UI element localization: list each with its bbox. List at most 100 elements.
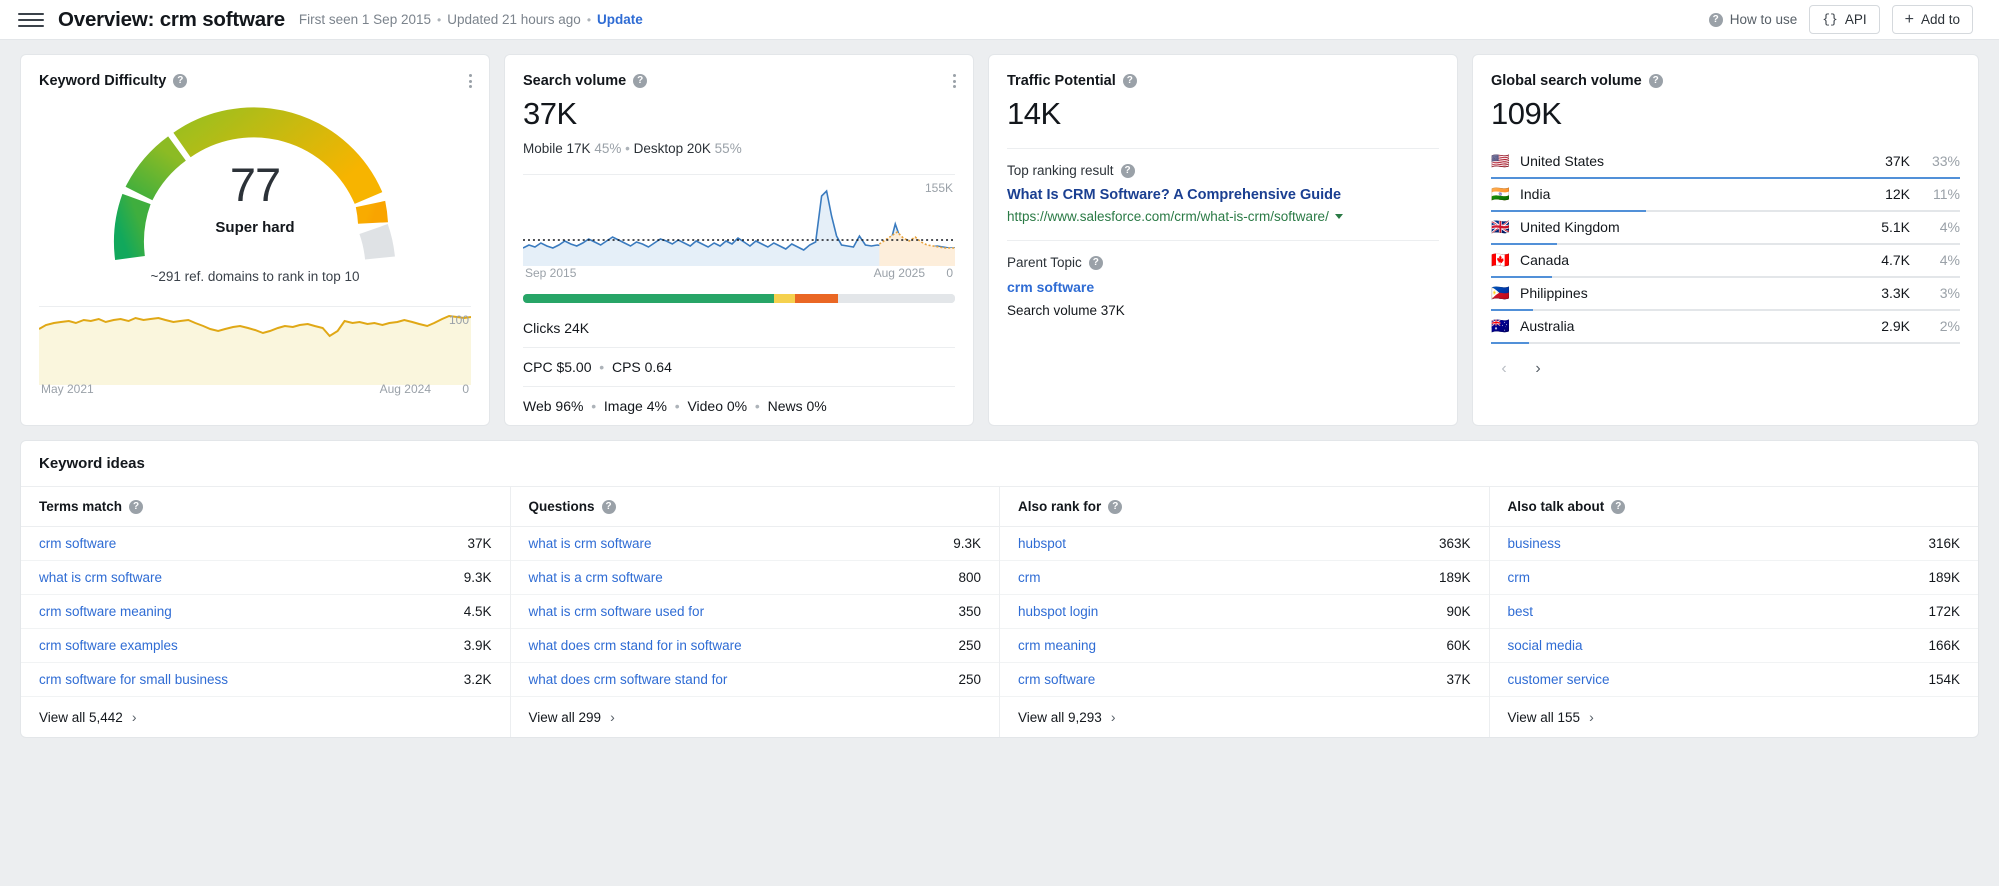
cpc-value: CPC $5.00 (523, 359, 591, 375)
help-icon[interactable]: ? (1108, 500, 1122, 514)
keyword-ideas-column: Questions?what is crm software9.3Kwhat i… (511, 487, 1001, 737)
keyword-link[interactable]: crm software (39, 536, 467, 551)
keyword-ideas-column-header: Questions? (511, 487, 1000, 527)
chevron-down-icon[interactable] (1335, 214, 1343, 219)
kd-chart-x-end: Aug 2024 (380, 382, 431, 396)
keyword-row[interactable]: social media166K (1490, 629, 1979, 663)
help-icon[interactable]: ? (1649, 74, 1663, 88)
country-flag-icon: 🇬🇧 (1491, 218, 1511, 236)
keyword-link[interactable]: what does crm stand for in software (529, 638, 959, 653)
api-button[interactable]: {} API (1809, 5, 1879, 34)
keyword-link[interactable]: hubspot login (1018, 604, 1446, 619)
country-row-top: 🇬🇧United Kingdom5.1K4% (1491, 218, 1960, 236)
keyword-row[interactable]: crm189K (1000, 561, 1489, 595)
keyword-link[interactable]: customer service (1508, 672, 1929, 687)
help-icon[interactable]: ? (633, 74, 647, 88)
keyword-row[interactable]: crm software for small business3.2K (21, 663, 510, 697)
help-icon[interactable]: ? (1089, 256, 1103, 270)
keyword-link[interactable]: what is crm software (39, 570, 464, 585)
card-title-label: Keyword Difficulty (39, 73, 166, 89)
keyword-row[interactable]: crm meaning60K (1000, 629, 1489, 663)
add-to-button[interactable]: + Add to (1892, 5, 1973, 34)
view-all-link[interactable]: View all 5,442› (21, 697, 510, 737)
view-all-link[interactable]: View all 9,293› (1000, 697, 1489, 737)
keyword-link[interactable]: crm software for small business (39, 672, 464, 687)
keyword-link[interactable]: crm software meaning (39, 604, 464, 619)
country-next-button[interactable]: › (1525, 356, 1551, 382)
keyword-link[interactable]: crm (1018, 570, 1439, 585)
keyword-link[interactable]: what does crm software stand for (529, 672, 959, 687)
keyword-row[interactable]: customer service154K (1490, 663, 1979, 697)
help-icon[interactable]: ? (1611, 500, 1625, 514)
country-row[interactable]: 🇬🇧United Kingdom5.1K4% (1491, 212, 1960, 245)
keyword-row[interactable]: business316K (1490, 527, 1979, 561)
keyword-row[interactable]: crm software37K (21, 527, 510, 561)
keyword-link[interactable]: crm meaning (1018, 638, 1446, 653)
keyword-ideas-panel: Keyword ideas Terms match?crm software37… (20, 440, 1979, 738)
keyword-volume: 350 (958, 604, 981, 619)
keyword-row[interactable]: crm189K (1490, 561, 1979, 595)
country-percent: 33% (1926, 153, 1960, 169)
country-row[interactable]: 🇮🇳India12K11% (1491, 179, 1960, 212)
update-link[interactable]: Update (597, 12, 643, 27)
keyword-link[interactable]: social media (1508, 638, 1929, 653)
keyword-volume: 37K (467, 536, 491, 551)
keyword-link[interactable]: crm (1508, 570, 1929, 585)
keyword-row[interactable]: hubspot login90K (1000, 595, 1489, 629)
keyword-difficulty-menu-icon[interactable] (466, 71, 475, 91)
keyword-ideas-column: Also rank for?hubspot363Kcrm189Khubspot … (1000, 487, 1490, 737)
keyword-volume: 3.9K (464, 638, 492, 653)
hamburger-icon[interactable] (18, 7, 44, 33)
keyword-row[interactable]: crm software examples3.9K (21, 629, 510, 663)
keyword-link[interactable]: hubspot (1018, 536, 1439, 551)
keyword-ideas-columns: Terms match?crm software37Kwhat is crm s… (21, 487, 1978, 737)
keyword-link[interactable]: what is a crm software (529, 570, 959, 585)
parent-topic-link[interactable]: crm software (1007, 279, 1439, 295)
keyword-link[interactable]: business (1508, 536, 1929, 551)
country-row[interactable]: 🇦🇺Australia2.9K2% (1491, 311, 1960, 344)
keyword-volume: 90K (1446, 604, 1470, 619)
country-prev-button[interactable]: ‹ (1491, 356, 1517, 382)
keyword-row[interactable]: what does crm software stand for250 (511, 663, 1000, 697)
keyword-ideas-column: Also talk about?business316Kcrm189Kbest1… (1490, 487, 1979, 737)
help-icon[interactable]: ? (173, 74, 187, 88)
keyword-row[interactable]: hubspot363K (1000, 527, 1489, 561)
parent-topic-section: Parent Topic ? crm software Search volum… (1007, 240, 1439, 318)
keyword-row[interactable]: what is a crm software800 (511, 561, 1000, 595)
updated-text: Updated 21 hours ago (447, 12, 581, 27)
keyword-row[interactable]: crm software meaning4.5K (21, 595, 510, 629)
keyword-row[interactable]: what is crm software9.3K (511, 527, 1000, 561)
search-volume-menu-icon[interactable] (950, 71, 959, 91)
plus-icon: + (1905, 12, 1914, 28)
global-search-volume-value: 109K (1491, 96, 1960, 132)
keyword-link[interactable]: crm software examples (39, 638, 464, 653)
keyword-row[interactable]: crm software37K (1000, 663, 1489, 697)
sv-chart-y-min: 0 (946, 266, 953, 280)
keyword-row[interactable]: best172K (1490, 595, 1979, 629)
keyword-row[interactable]: what does crm stand for in software250 (511, 629, 1000, 663)
first-seen-text: First seen 1 Sep 2015 (299, 12, 431, 27)
cpc-cps-row: CPC $5.00 • CPS 0.64 (523, 347, 955, 386)
country-row[interactable]: 🇨🇦Canada4.7K4% (1491, 245, 1960, 278)
view-all-link[interactable]: View all 155› (1490, 697, 1979, 737)
country-flag-icon: 🇦🇺 (1491, 317, 1511, 335)
keyword-link[interactable]: crm software (1018, 672, 1446, 687)
view-all-link[interactable]: View all 299› (511, 697, 1000, 737)
keyword-volume: 60K (1446, 638, 1470, 653)
country-row[interactable]: 🇺🇸United States37K33% (1491, 146, 1960, 179)
country-row[interactable]: 🇵🇭Philippines3.3K3% (1491, 278, 1960, 311)
top-ranking-result-url[interactable]: https://www.salesforce.com/crm/what-is-c… (1007, 209, 1329, 224)
help-icon[interactable]: ? (129, 500, 143, 514)
help-icon[interactable]: ? (1121, 164, 1135, 178)
keyword-link[interactable]: best (1508, 604, 1929, 619)
keyword-link[interactable]: what is crm software (529, 536, 954, 551)
keyword-link[interactable]: what is crm software used for (529, 604, 959, 619)
how-to-use-link[interactable]: ? How to use (1709, 12, 1798, 27)
top-ranking-result-title[interactable]: What Is CRM Software? A Comprehensive Gu… (1007, 187, 1439, 203)
help-icon[interactable]: ? (1123, 74, 1137, 88)
help-icon[interactable]: ? (602, 500, 616, 514)
chevron-right-icon: › (1589, 709, 1594, 725)
country-name: United States (1520, 153, 1885, 169)
keyword-row[interactable]: what is crm software9.3K (21, 561, 510, 595)
keyword-row[interactable]: what is crm software used for350 (511, 595, 1000, 629)
